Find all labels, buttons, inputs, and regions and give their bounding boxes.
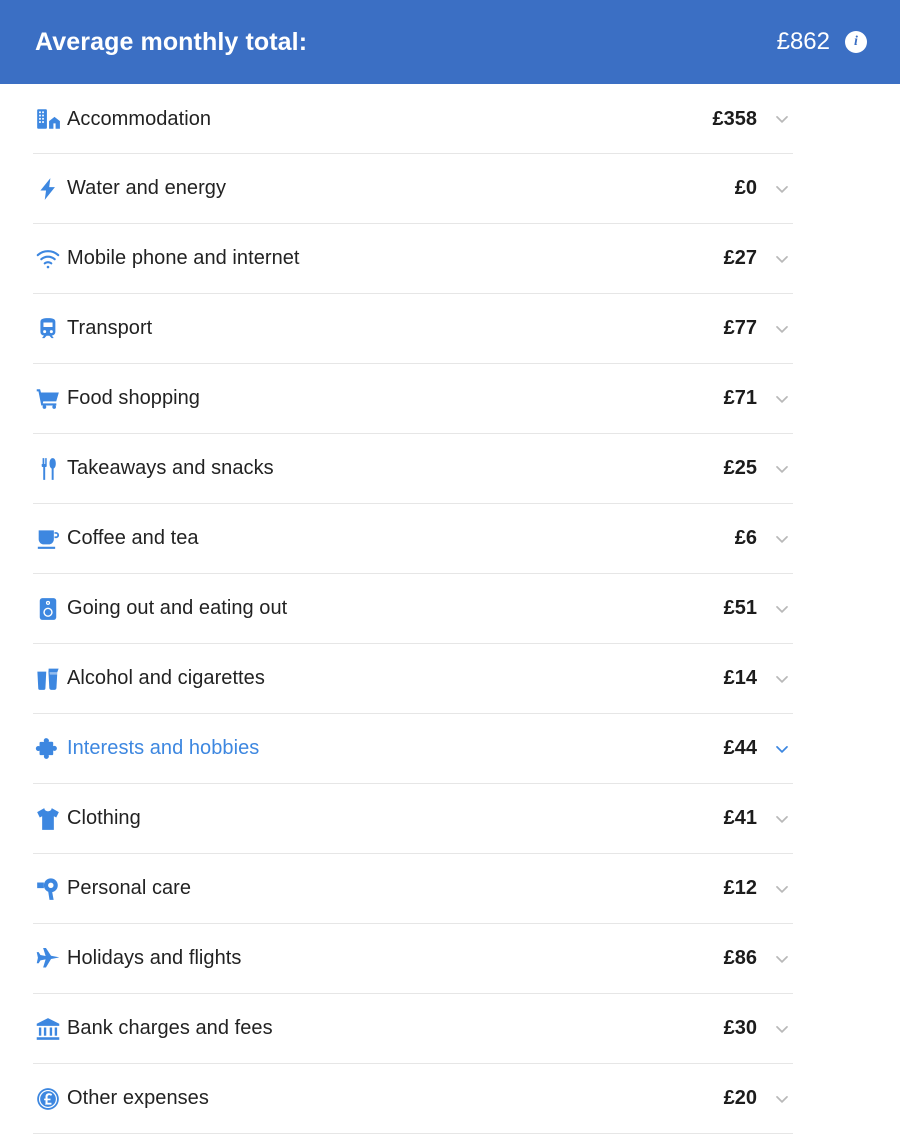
chevron-down-icon[interactable]	[771, 808, 793, 830]
expense-row[interactable]: Other expenses £20	[33, 1064, 793, 1134]
expense-row[interactable]: Food shopping £71	[33, 364, 793, 434]
expense-row-label: Going out and eating out	[67, 597, 288, 619]
expense-row-label: Coffee and tea	[67, 527, 199, 549]
coffee-cup-icon	[33, 524, 63, 554]
lightning-icon	[33, 174, 63, 204]
chevron-down-icon[interactable]	[771, 178, 793, 200]
chevron-down-icon[interactable]	[771, 598, 793, 620]
total-amount: £862	[776, 28, 830, 55]
buildings-icon	[33, 104, 63, 134]
expense-row-amount: £86	[723, 947, 757, 969]
expense-row-label: Clothing	[67, 807, 141, 829]
drinks-icon	[33, 664, 63, 694]
expense-row-amount: £25	[723, 457, 757, 479]
expense-row-amount: £12	[723, 877, 757, 899]
expense-row-label: Alcohol and cigarettes	[67, 667, 265, 689]
expense-row-amount: £14	[723, 667, 757, 689]
chevron-down-icon[interactable]	[771, 318, 793, 340]
expense-row[interactable]: Takeaways and snacks £25	[33, 434, 793, 504]
speaker-icon	[33, 594, 63, 624]
summary-header-right: £862 i	[777, 30, 867, 54]
shopping-cart-icon	[33, 384, 63, 414]
chevron-down-icon[interactable]	[771, 878, 793, 900]
expense-row-label: Takeaways and snacks	[67, 457, 274, 479]
info-icon[interactable]: i	[845, 31, 867, 53]
chevron-down-icon[interactable]	[771, 528, 793, 550]
expense-row-label: Mobile phone and internet	[67, 247, 300, 269]
expense-row-amount: £27	[723, 247, 757, 269]
chevron-down-icon[interactable]	[771, 108, 793, 130]
wifi-icon	[33, 244, 63, 274]
cutlery-icon	[33, 454, 63, 484]
expense-list: Accommodation £358 Water and energy £0 Mobil…	[0, 84, 900, 1134]
expenses-summary-page: Average monthly total: £862 i Accommodat…	[0, 0, 900, 1134]
expense-row-label: Transport	[67, 317, 153, 339]
summary-header: Average monthly total: £862 i	[0, 0, 900, 84]
hairdryer-icon	[33, 874, 63, 904]
expense-row-label: Interests and hobbies	[67, 737, 260, 759]
chevron-down-icon[interactable]	[771, 248, 793, 270]
expense-row[interactable]: Holidays and flights £86	[33, 924, 793, 994]
expense-row[interactable]: Clothing £41	[33, 784, 793, 854]
expense-row-label: Food shopping	[67, 387, 200, 409]
expense-row-amount: £44	[723, 737, 757, 759]
expense-row[interactable]: Accommodation £358	[33, 84, 793, 154]
expense-row-amount: £0	[734, 177, 757, 199]
expense-row-label: Bank charges and fees	[67, 1017, 273, 1039]
expense-row[interactable]: Going out and eating out £51	[33, 574, 793, 644]
expense-row[interactable]: Water and energy £0	[33, 154, 793, 224]
chevron-down-icon[interactable]	[771, 668, 793, 690]
expense-row-amount: £71	[723, 387, 757, 409]
expense-row-label: Accommodation	[67, 107, 212, 130]
expense-row-amount: £30	[723, 1017, 757, 1039]
expense-row[interactable]: Coffee and tea £6	[33, 504, 793, 574]
pound-coin-icon	[33, 1084, 63, 1114]
chevron-down-icon[interactable]	[771, 948, 793, 970]
expense-row-label: Personal care	[67, 877, 192, 899]
expense-row[interactable]: Transport £77	[33, 294, 793, 364]
expense-row[interactable]: Mobile phone and internet £27	[33, 224, 793, 294]
bank-icon	[33, 1014, 63, 1044]
page-title: Average monthly total:	[35, 27, 308, 56]
expense-row-label: Holidays and flights	[67, 947, 242, 969]
expense-row[interactable]: Interests and hobbies £44	[33, 714, 793, 784]
expense-row-amount: £41	[723, 807, 757, 829]
chevron-down-icon[interactable]	[771, 1018, 793, 1040]
airplane-icon	[33, 944, 63, 974]
expense-row-label: Other expenses	[67, 1087, 209, 1109]
expense-row-amount: £6	[734, 527, 757, 549]
expense-row-amount: £77	[723, 317, 757, 339]
train-icon	[33, 314, 63, 344]
expense-row[interactable]: Bank charges and fees £30	[33, 994, 793, 1064]
chevron-down-icon[interactable]	[771, 1088, 793, 1110]
expense-row-amount: £51	[723, 597, 757, 619]
puzzle-piece-icon	[33, 734, 63, 764]
chevron-down-icon[interactable]	[771, 458, 793, 480]
expense-row-amount: £20	[723, 1087, 757, 1109]
expense-row[interactable]: Personal care £12	[33, 854, 793, 924]
expense-row-label: Water and energy	[67, 177, 227, 199]
expense-row[interactable]: Alcohol and cigarettes £14	[33, 644, 793, 714]
tshirt-icon	[33, 804, 63, 834]
chevron-down-icon[interactable]	[771, 388, 793, 410]
chevron-down-icon[interactable]	[771, 738, 793, 760]
expense-row-amount: £358	[712, 107, 758, 130]
